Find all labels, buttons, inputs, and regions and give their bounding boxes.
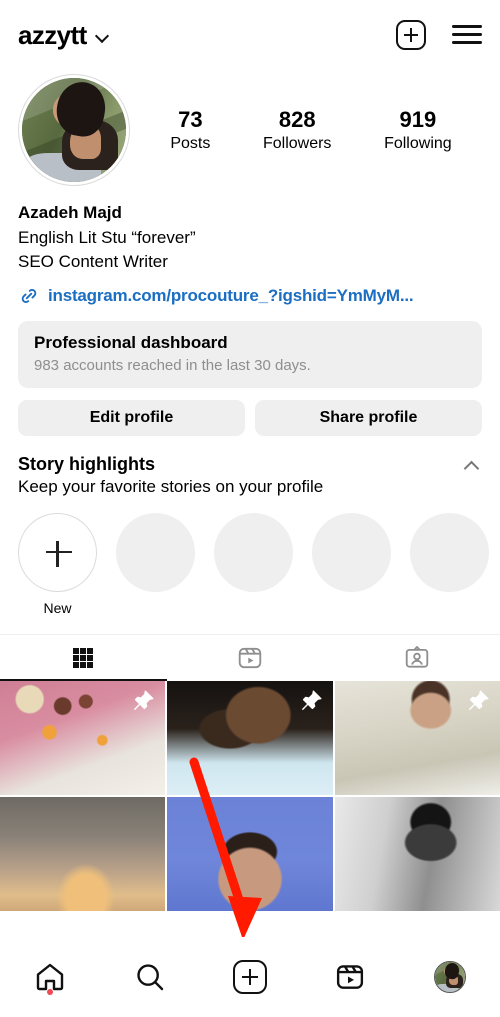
posts-count: 73 xyxy=(178,106,203,132)
edit-profile-button[interactable]: Edit profile xyxy=(18,399,245,436)
bottom-navigation xyxy=(0,937,500,1017)
account-username: azzytt xyxy=(18,19,87,50)
nav-home-button[interactable] xyxy=(0,937,100,1017)
dashboard-subtitle: 983 accounts reached in the last 30 days… xyxy=(34,356,311,374)
avatar[interactable] xyxy=(18,74,130,186)
tagged-person-icon xyxy=(405,645,428,668)
following-count: 919 xyxy=(399,106,437,132)
followers-count: 828 xyxy=(278,106,316,132)
profile-tabs xyxy=(0,633,500,681)
post-grid xyxy=(0,680,500,911)
dashboard-title: Professional dashboard xyxy=(34,332,228,352)
grid-post[interactable] xyxy=(334,680,500,795)
chevron-up-icon[interactable] xyxy=(464,460,480,470)
app-header: azzytt xyxy=(0,0,500,70)
tab-reels[interactable] xyxy=(167,635,334,681)
grid-post[interactable] xyxy=(0,680,166,795)
reels-icon xyxy=(238,647,262,668)
tab-grid[interactable] xyxy=(0,635,167,681)
stat-followers[interactable]: 828 Followers xyxy=(263,107,331,153)
pushpin-icon xyxy=(134,690,154,710)
search-icon xyxy=(137,964,164,991)
bio-line-2: SEO Content Writer xyxy=(18,252,168,272)
stat-following[interactable]: 919 Following xyxy=(384,107,452,153)
bio-line-1: English Lit Stu “forever” xyxy=(18,227,196,247)
highlight-new-label: New xyxy=(43,599,72,616)
story-highlights-row: New xyxy=(18,512,489,616)
profile-actions: Edit profile Share profile xyxy=(18,399,482,436)
header-actions xyxy=(396,20,482,50)
highlight-placeholder[interactable] xyxy=(312,512,391,592)
highlight-placeholder[interactable] xyxy=(214,512,293,592)
pushpin-icon xyxy=(468,690,489,710)
story-highlights-section: Story highlights Keep your favorite stor… xyxy=(18,453,489,616)
nav-profile-button[interactable] xyxy=(400,937,500,1017)
story-highlights-title: Story highlights xyxy=(18,453,155,474)
nav-create-button[interactable] xyxy=(200,937,300,1017)
plus-square-icon xyxy=(233,960,267,994)
following-label: Following xyxy=(384,135,452,153)
share-profile-button[interactable]: Share profile xyxy=(255,399,482,436)
link-chain-icon xyxy=(21,288,37,303)
professional-dashboard-card[interactable]: Professional dashboard 983 accounts reac… xyxy=(18,320,482,388)
display-name: Azadeh Majd xyxy=(18,203,122,222)
hamburger-menu-icon[interactable] xyxy=(452,25,482,45)
grid-icon xyxy=(73,647,94,668)
stat-posts[interactable]: 73 Posts xyxy=(170,107,210,153)
followers-label: Followers xyxy=(262,135,332,153)
avatar-icon xyxy=(434,961,466,993)
highlight-placeholder[interactable] xyxy=(410,512,489,592)
highlight-new[interactable]: New xyxy=(18,512,97,616)
profile-bio: Azadeh Majd English Lit Stu “forever” SE… xyxy=(0,186,500,307)
plus-icon xyxy=(18,512,97,592)
create-new-button[interactable] xyxy=(396,20,426,50)
grid-post[interactable] xyxy=(167,796,333,911)
story-highlights-subtitle: Keep your favorite stories on your profi… xyxy=(18,476,324,496)
grid-post[interactable] xyxy=(167,680,333,795)
instagram-profile-screen: azzytt 73 Posts 828 Followers 919 Follow… xyxy=(0,0,500,1017)
profile-link[interactable]: instagram.com/procouture_?igshid=YmMyM..… xyxy=(18,285,482,307)
highlight-placeholder[interactable] xyxy=(116,512,195,592)
home-notification-badge xyxy=(47,989,53,995)
grid-post[interactable] xyxy=(0,796,166,911)
profile-summary: 73 Posts 828 Followers 919 Following xyxy=(0,70,500,186)
reels-icon xyxy=(336,965,364,989)
pushpin-icon xyxy=(301,690,322,710)
nav-reels-button[interactable] xyxy=(300,937,400,1017)
username-switcher[interactable]: azzytt xyxy=(18,20,109,51)
tab-tagged[interactable] xyxy=(333,635,500,681)
profile-stats: 73 Posts 828 Followers 919 Following xyxy=(130,107,482,153)
link-url-text: instagram.com/procouture_?igshid=YmMyM..… xyxy=(48,285,414,305)
grid-post[interactable] xyxy=(334,796,500,911)
chevron-down-icon xyxy=(96,31,109,39)
posts-label: Posts xyxy=(170,135,211,153)
nav-search-button[interactable] xyxy=(100,937,200,1017)
